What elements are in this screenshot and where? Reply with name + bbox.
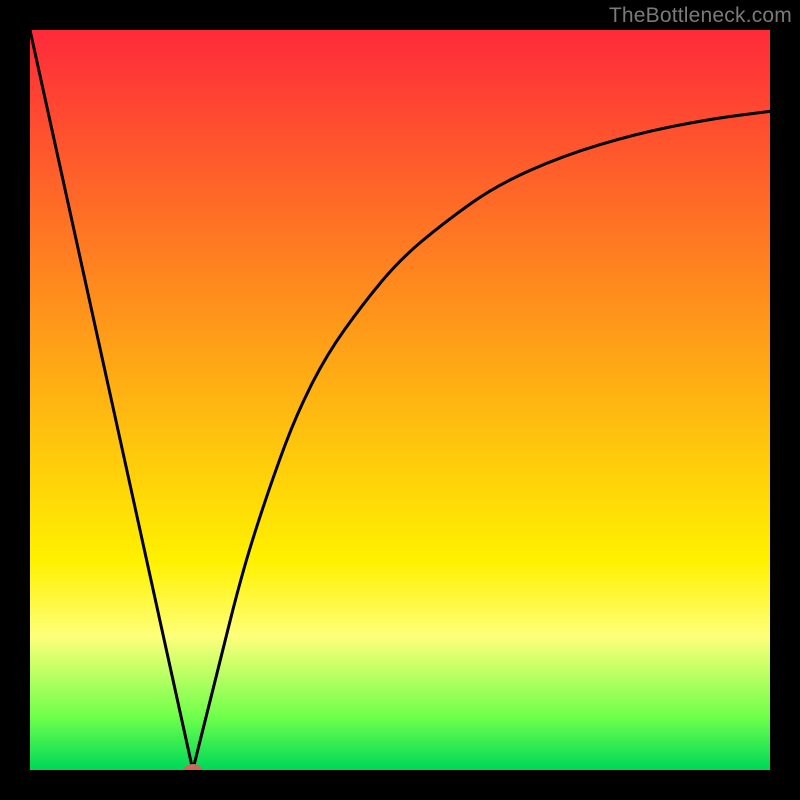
bottleneck-curve <box>30 30 770 770</box>
plot-area <box>30 30 770 770</box>
watermark-text: TheBottleneck.com <box>609 4 792 28</box>
chart-frame: TheBottleneck.com <box>0 0 800 800</box>
optimum-marker <box>184 764 202 770</box>
curve-path <box>30 30 770 770</box>
